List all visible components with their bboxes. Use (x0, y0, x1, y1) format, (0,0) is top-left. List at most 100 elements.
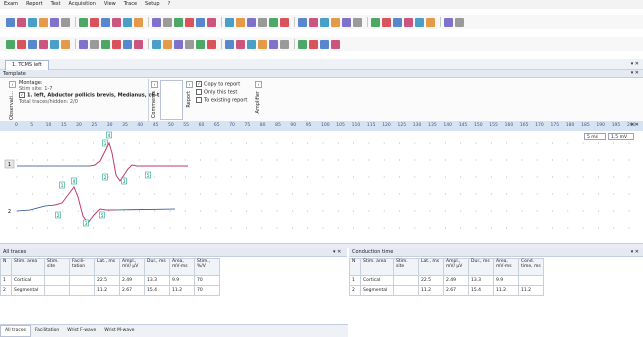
bottom-tab-all-traces[interactable]: All traces (0, 325, 31, 337)
toolbar-button-icon[interactable] (163, 17, 172, 27)
toolbar-button-icon[interactable] (152, 17, 161, 27)
to-existing-report-checkbox[interactable] (196, 97, 202, 103)
toolbar-button-icon[interactable] (112, 39, 121, 49)
toolbar-button-icon[interactable] (112, 17, 121, 27)
toolbar-button-icon[interactable] (207, 17, 216, 27)
menu-item-report[interactable]: Report (22, 0, 47, 9)
toolbar-button-icon[interactable] (320, 17, 329, 27)
only-this-test-checkbox[interactable] (196, 89, 202, 95)
traces-svg[interactable]: 1 2 1423514235 (0, 131, 643, 243)
toolbar-button-icon[interactable] (455, 17, 464, 27)
menu-item-setup[interactable]: Setup (141, 0, 164, 9)
toolbar-button-icon[interactable] (331, 17, 340, 27)
column-header[interactable]: Ampl., mV/ μV (119, 258, 145, 276)
table-row[interactable]: 1 Cortical 22.5 2.49 13.3 9.9 (349, 275, 544, 286)
toolbar-button-icon[interactable] (393, 17, 402, 27)
toolbar-button-icon[interactable] (185, 17, 194, 27)
toolbar-button-icon[interactable] (225, 39, 234, 49)
menu-item-[interactable]: ? (164, 0, 175, 9)
only-this-test-option[interactable]: Only this test (196, 89, 237, 96)
tab-tcms-left[interactable]: 1. TCMS left (5, 60, 49, 70)
toolbar-button-icon[interactable] (353, 17, 362, 27)
column-header[interactable]: Stim. site (44, 258, 70, 276)
column-header[interactable]: Area, mV·ms (493, 258, 519, 276)
column-header[interactable]: Stim. area (360, 258, 394, 276)
toolbar-button-icon[interactable] (79, 39, 88, 49)
toolbar-button-icon[interactable] (382, 17, 391, 27)
menu-item-view[interactable]: View (100, 0, 120, 9)
bottom-tab-wrist-f-wave[interactable]: Wrist F-wave (63, 326, 100, 336)
montage-item[interactable]: ✓ 1. left, Abductor pollicis brevis, Medi… (19, 92, 163, 99)
menu-item-test[interactable]: Test (47, 0, 65, 9)
column-header[interactable]: Lat., ms (418, 258, 444, 276)
toolbar-button-icon[interactable] (101, 17, 110, 27)
all-traces-pin-icon[interactable]: ▾ ✕ (333, 249, 341, 255)
column-header[interactable]: Dur., ms (144, 258, 170, 276)
toolbar-button-icon[interactable] (134, 39, 143, 49)
toolbar-button-icon[interactable] (404, 17, 413, 27)
to-existing-report-option[interactable]: To existing report (196, 97, 247, 104)
bottom-tab-wrist-m-wave[interactable]: Wrist M-wave (100, 326, 138, 336)
collapse-amplifier-icon[interactable]: ‹ (255, 81, 262, 88)
toolbar-button-icon[interactable] (371, 17, 380, 27)
collapse-report-icon[interactable]: ‹ (186, 81, 193, 88)
comments-textbox[interactable] (160, 80, 183, 120)
toolbar-button-icon[interactable] (258, 17, 267, 27)
toolbar-button-icon[interactable] (174, 17, 183, 27)
toolbar-button-icon[interactable] (225, 17, 234, 27)
menu-item-acquisition[interactable]: Acquisition (65, 0, 100, 9)
panel-pin-icon[interactable]: ▾ ✕ (631, 70, 639, 76)
column-header[interactable]: Stim. area (11, 258, 45, 276)
toolbar-button-icon[interactable] (79, 17, 88, 27)
montage-checkbox[interactable]: ✓ (19, 92, 25, 98)
toolbar-button-icon[interactable] (298, 39, 307, 49)
toolbar-button-icon[interactable] (61, 39, 70, 49)
toolbar-button-icon[interactable] (28, 17, 37, 27)
copy-to-report-checkbox[interactable]: ✓ (196, 81, 202, 87)
toolbar-button-icon[interactable] (309, 39, 318, 49)
toolbar-button-icon[interactable] (50, 39, 59, 49)
toolbar-button-icon[interactable] (280, 39, 289, 49)
toolbar-button-icon[interactable] (61, 17, 70, 27)
column-header[interactable]: Stim., %/V (194, 258, 220, 276)
conduction-pin-icon[interactable]: ▾ ✕ (631, 249, 639, 255)
toolbar-button-icon[interactable] (101, 39, 110, 49)
toolbar-button-icon[interactable] (236, 39, 245, 49)
toolbar-button-icon[interactable] (17, 39, 26, 49)
toolbar-button-icon[interactable] (123, 39, 132, 49)
toolbar-button-icon[interactable] (269, 39, 278, 49)
collapse-left-icon[interactable]: ‹ (9, 81, 16, 88)
column-header[interactable]: Stim. site (393, 258, 419, 276)
toolbar-button-icon[interactable] (163, 39, 172, 49)
toolbar-button-icon[interactable] (269, 17, 278, 27)
toolbar-button-icon[interactable] (331, 39, 340, 49)
column-header[interactable]: Lat., ms (94, 258, 120, 276)
table-row[interactable]: 2 Segmental 11.2 2.67 15.4 11.2 11.2 (349, 285, 544, 296)
toolbar-button-icon[interactable] (342, 17, 351, 27)
collapse-comments-icon[interactable]: ‹ (151, 81, 158, 88)
menu-item-exam[interactable]: Exam (0, 0, 22, 9)
column-header[interactable]: Area, mV·ms (169, 258, 195, 276)
toolbar-button-icon[interactable] (247, 17, 256, 27)
toolbar-button-icon[interactable] (6, 39, 15, 49)
toolbar-button-icon[interactable] (444, 17, 453, 27)
toolbar-button-icon[interactable] (207, 39, 216, 49)
column-header[interactable]: N (0, 258, 12, 276)
menu-item-trace[interactable]: Trace (120, 0, 141, 9)
toolbar-button-icon[interactable] (298, 17, 307, 27)
toolbar-button-icon[interactable] (50, 17, 59, 27)
column-header[interactable]: Cond. time, ms (518, 258, 544, 276)
toolbar-button-icon[interactable] (17, 17, 26, 27)
toolbar-button-icon[interactable] (196, 17, 205, 27)
toolbar-button-icon[interactable] (90, 17, 99, 27)
ruler-pin-icon[interactable]: ▾ ✕ (631, 122, 639, 128)
table-row[interactable]: 1 Cortical 22.5 2.49 13.3 9.9 70 (0, 275, 220, 286)
toolbar-button-icon[interactable] (39, 39, 48, 49)
toolbar-button-icon[interactable] (90, 39, 99, 49)
toolbar-button-icon[interactable] (134, 17, 143, 27)
column-header[interactable]: N (349, 258, 361, 276)
toolbar-button-icon[interactable] (309, 17, 318, 27)
column-header[interactable]: Dur., ms (468, 258, 494, 276)
toolbar-button-icon[interactable] (236, 17, 245, 27)
copy-to-report-option[interactable]: ✓ Copy to report (196, 81, 240, 88)
